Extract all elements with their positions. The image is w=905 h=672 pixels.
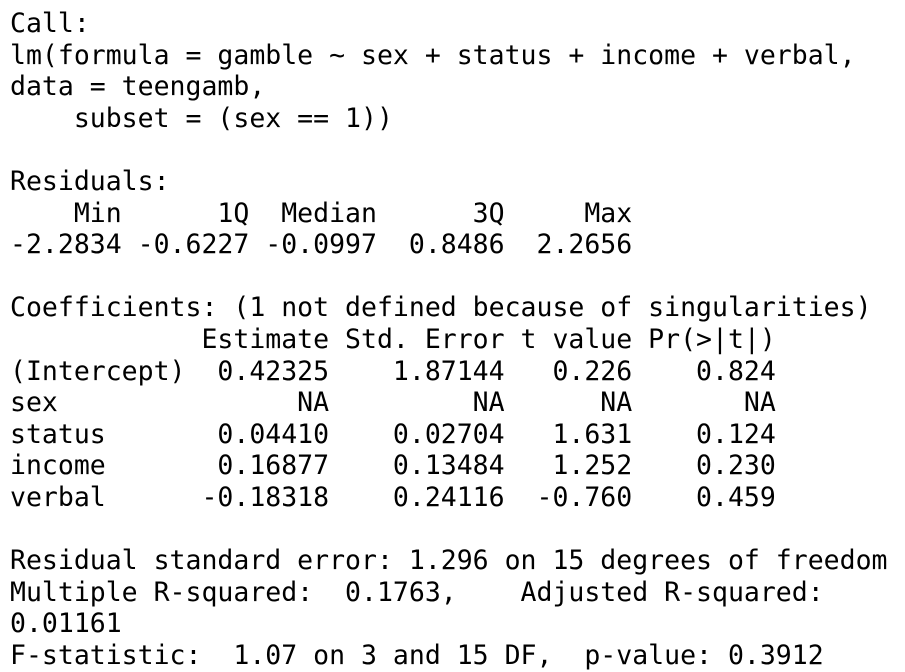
call-header: Call: [10, 8, 90, 39]
call-formula-line: lm(formula = gamble ~ sex + status + inc… [10, 39, 856, 71]
coefficients-column-headers: Estimate Std. Error t value Pr(>|t|) [10, 323, 776, 355]
call-subset-line: subset = (sex == 1)) [10, 102, 393, 134]
adjusted-r-squared-value: 0.01161 [10, 608, 122, 640]
r-console-output: Call: lm(formula = gamble ~ sex + status … [10, 8, 888, 671]
coefficient-row-verbal: verbal -0.18318 0.24116 -0.760 0.459 [10, 481, 776, 513]
r-squared-line: Multiple R-squared: 0.1763, Adjusted R-s… [10, 576, 856, 608]
coefficient-row-income: income 0.16877 0.13484 1.252 0.230 [10, 450, 776, 482]
residuals-labels: Min 1Q Median 3Q Max [10, 197, 649, 229]
coefficients-header: Coefficients: (1 not defined because of … [10, 292, 872, 324]
coefficient-row-sex: sex NA NA NA NA [10, 387, 776, 419]
coefficient-row-intercept: (Intercept) 0.42325 1.87144 0.226 0.824 [10, 355, 776, 387]
residual-standard-error-line: Residual standard error: 1.296 on 15 deg… [10, 545, 888, 577]
call-data-line: data = teengamb, [10, 71, 266, 103]
f-statistic-line: F-statistic: 1.07 on 3 and 15 DF, p-valu… [10, 639, 824, 671]
coefficient-row-status: status 0.04410 0.02704 1.631 0.124 [10, 418, 776, 450]
residuals-values: -2.2834 -0.6227 -0.0997 0.8486 2.2656 [10, 229, 649, 261]
residuals-header: Residuals: [10, 165, 170, 197]
